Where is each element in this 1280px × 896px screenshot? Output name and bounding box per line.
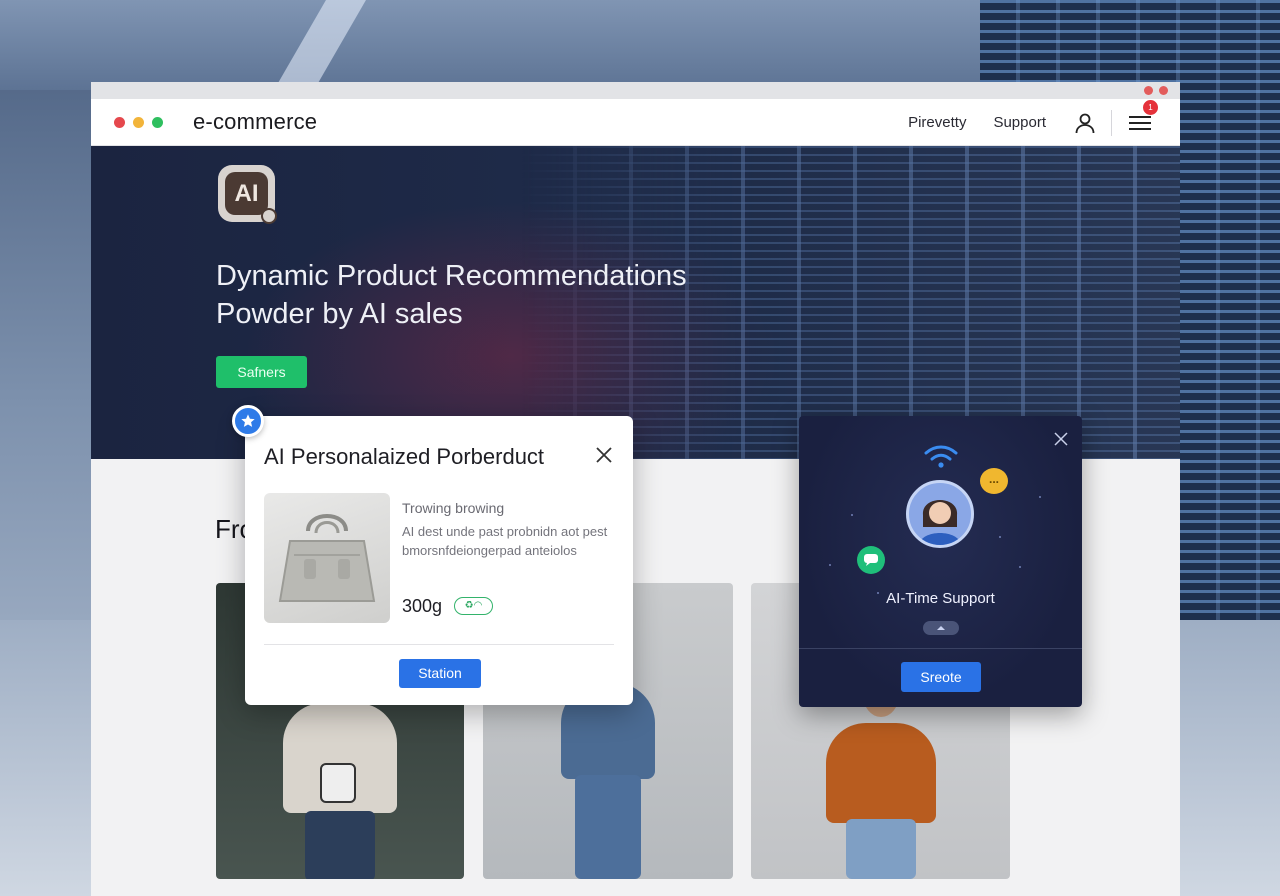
nav-link-support[interactable]: Support xyxy=(993,114,1046,131)
support-agent-avatar xyxy=(906,480,974,548)
top-navbar: e-commerce Pirevetty Support 1 xyxy=(91,99,1180,146)
ai-logo: AI xyxy=(218,165,277,224)
chat-bubble-icon: ... xyxy=(980,468,1008,494)
modal-divider xyxy=(264,644,614,645)
hero-cta-button[interactable]: Safners xyxy=(216,356,307,388)
wifi-icon xyxy=(924,445,958,468)
nav-link-privacy[interactable]: Pirevetty xyxy=(908,114,966,131)
product-recommendation-modal: AI Personalaized Porberduct Trowing brow… xyxy=(245,416,633,705)
close-icon[interactable] xyxy=(595,446,613,464)
modal-title: AI Personalaized Porberduct xyxy=(264,444,545,469)
eco-tag-icon: ♻◠ xyxy=(454,597,493,615)
handbag-icon xyxy=(278,514,376,602)
support-label: AI-Time Support xyxy=(886,590,995,607)
logo-avatar-icon xyxy=(261,208,277,224)
message-icon xyxy=(857,546,885,574)
star-icon xyxy=(232,405,264,437)
window-dot[interactable] xyxy=(1144,86,1153,95)
window-titlebar xyxy=(91,82,1180,99)
station-button[interactable]: Station xyxy=(399,659,481,688)
close-dot[interactable] xyxy=(114,116,125,128)
hero-title: Dynamic Product Recommendations Powder b… xyxy=(216,260,687,330)
product-subtitle: Trowing browing xyxy=(402,500,505,516)
nav-right: Pirevetty Support 1 xyxy=(908,99,1158,146)
ai-support-panel: ... AI-Time Support Sreote xyxy=(799,416,1082,707)
notification-badge: 1 xyxy=(1143,99,1158,115)
close-icon[interactable] xyxy=(1054,432,1068,446)
expand-toggle[interactable] xyxy=(923,621,959,635)
window-dot[interactable] xyxy=(1159,86,1168,95)
user-icon[interactable] xyxy=(1073,111,1097,135)
support-action-button[interactable]: Sreote xyxy=(901,662,981,692)
menu-icon[interactable]: 1 xyxy=(1128,99,1158,134)
panel-divider xyxy=(799,648,1082,649)
product-image[interactable] xyxy=(264,493,390,623)
maximize-dot[interactable] xyxy=(152,116,163,128)
brand-name[interactable]: e-commerce xyxy=(193,109,317,135)
minimize-dot[interactable] xyxy=(133,116,144,128)
product-description: AI dest unde past probnidn aot pest bmor… xyxy=(402,524,608,558)
nav-divider xyxy=(1111,109,1112,136)
window-controls xyxy=(114,116,163,128)
product-price: 300g xyxy=(402,596,443,616)
